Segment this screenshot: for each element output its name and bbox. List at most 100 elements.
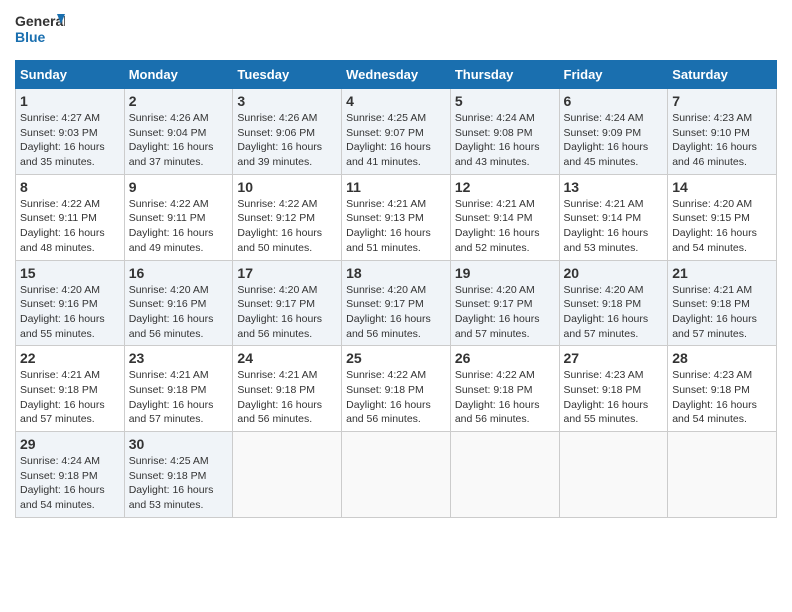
day-detail: Sunrise: 4:20 AM Sunset: 9:15 PM Dayligh… xyxy=(672,197,772,256)
day-detail: Sunrise: 4:23 AM Sunset: 9:10 PM Dayligh… xyxy=(672,111,772,170)
weekday-header-cell: Sunday xyxy=(16,61,125,89)
weekday-header-cell: Saturday xyxy=(668,61,777,89)
calendar-cell xyxy=(233,432,342,518)
day-number: 21 xyxy=(672,265,772,281)
calendar-week-row: 29 Sunrise: 4:24 AM Sunset: 9:18 PM Dayli… xyxy=(16,432,777,518)
day-number: 17 xyxy=(237,265,337,281)
calendar-cell: 19 Sunrise: 4:20 AM Sunset: 9:17 PM Dayli… xyxy=(450,260,559,346)
day-detail: Sunrise: 4:20 AM Sunset: 9:16 PM Dayligh… xyxy=(20,283,120,342)
day-number: 24 xyxy=(237,350,337,366)
calendar-cell: 18Sunrise: 4:20 AM Sunset: 9:17 PM Dayli… xyxy=(342,260,451,346)
calendar-cell: 5 Sunrise: 4:24 AM Sunset: 9:08 PM Daylig… xyxy=(450,89,559,175)
calendar-cell xyxy=(668,432,777,518)
calendar-cell: 25 Sunrise: 4:22 AM Sunset: 9:18 PM Dayli… xyxy=(342,346,451,432)
calendar-cell: 14 Sunrise: 4:20 AM Sunset: 9:15 PM Dayli… xyxy=(668,174,777,260)
weekday-header-cell: Monday xyxy=(124,61,233,89)
calendar-cell: 24 Sunrise: 4:21 AM Sunset: 9:18 PM Dayli… xyxy=(233,346,342,432)
day-detail: Sunrise: 4:22 AM Sunset: 9:12 PM Dayligh… xyxy=(237,197,337,256)
day-number: 4 xyxy=(346,93,446,109)
day-number: 6 xyxy=(564,93,664,109)
day-number: 27 xyxy=(564,350,664,366)
weekday-header-cell: Wednesday xyxy=(342,61,451,89)
day-number: 18 xyxy=(346,265,446,281)
day-number: 5 xyxy=(455,93,555,109)
calendar-cell: 26 Sunrise: 4:22 AM Sunset: 9:18 PM Dayli… xyxy=(450,346,559,432)
calendar-cell: 20 Sunrise: 4:20 AM Sunset: 9:18 PM Dayli… xyxy=(559,260,668,346)
day-detail: Sunrise: 4:22 AM Sunset: 9:18 PM Dayligh… xyxy=(346,368,446,427)
header: General Blue xyxy=(15,10,777,52)
calendar-body: 1 Sunrise: 4:27 AM Sunset: 9:03 PM Daylig… xyxy=(16,89,777,518)
day-detail: Sunrise: 4:21 AM Sunset: 9:18 PM Dayligh… xyxy=(672,283,772,342)
day-detail: Sunrise: 4:22 AM Sunset: 9:11 PM Dayligh… xyxy=(20,197,120,256)
calendar-cell: 17Sunrise: 4:20 AM Sunset: 9:17 PM Dayli… xyxy=(233,260,342,346)
day-detail: Sunrise: 4:21 AM Sunset: 9:14 PM Dayligh… xyxy=(564,197,664,256)
day-number: 29 xyxy=(20,436,120,452)
day-number: 28 xyxy=(672,350,772,366)
calendar-cell: 28 Sunrise: 4:23 AM Sunset: 9:18 PM Dayli… xyxy=(668,346,777,432)
calendar-week-row: 8Sunrise: 4:22 AM Sunset: 9:11 PM Daylig… xyxy=(16,174,777,260)
day-number: 14 xyxy=(672,179,772,195)
day-detail: Sunrise: 4:24 AM Sunset: 9:09 PM Dayligh… xyxy=(564,111,664,170)
calendar-week-row: 22 Sunrise: 4:21 AM Sunset: 9:18 PM Dayli… xyxy=(16,346,777,432)
calendar-cell: 27 Sunrise: 4:23 AM Sunset: 9:18 PM Dayli… xyxy=(559,346,668,432)
calendar-cell: 13 Sunrise: 4:21 AM Sunset: 9:14 PM Dayli… xyxy=(559,174,668,260)
day-detail: Sunrise: 4:22 AM Sunset: 9:11 PM Dayligh… xyxy=(129,197,229,256)
weekday-header-cell: Thursday xyxy=(450,61,559,89)
calendar-cell: 4 Sunrise: 4:25 AM Sunset: 9:07 PM Daylig… xyxy=(342,89,451,175)
day-detail: Sunrise: 4:27 AM Sunset: 9:03 PM Dayligh… xyxy=(20,111,120,170)
day-number: 22 xyxy=(20,350,120,366)
day-number: 26 xyxy=(455,350,555,366)
day-number: 23 xyxy=(129,350,229,366)
calendar-cell: 22Sunrise: 4:21 AM Sunset: 9:18 PM Dayli… xyxy=(16,346,125,432)
day-detail: Sunrise: 4:23 AM Sunset: 9:18 PM Dayligh… xyxy=(672,368,772,427)
day-detail: Sunrise: 4:26 AM Sunset: 9:04 PM Dayligh… xyxy=(129,111,229,170)
day-detail: Sunrise: 4:24 AM Sunset: 9:08 PM Dayligh… xyxy=(455,111,555,170)
calendar-cell: 12 Sunrise: 4:21 AM Sunset: 9:14 PM Dayli… xyxy=(450,174,559,260)
calendar-cell: 3Sunrise: 4:26 AM Sunset: 9:06 PM Daylig… xyxy=(233,89,342,175)
day-detail: Sunrise: 4:25 AM Sunset: 9:07 PM Dayligh… xyxy=(346,111,446,170)
calendar-cell: 10 Sunrise: 4:22 AM Sunset: 9:12 PM Dayli… xyxy=(233,174,342,260)
day-detail: Sunrise: 4:23 AM Sunset: 9:18 PM Dayligh… xyxy=(564,368,664,427)
weekday-header-cell: Tuesday xyxy=(233,61,342,89)
day-number: 25 xyxy=(346,350,446,366)
day-number: 11 xyxy=(346,179,446,195)
day-number: 19 xyxy=(455,265,555,281)
weekday-header-row: SundayMondayTuesdayWednesdayThursdayFrid… xyxy=(16,61,777,89)
day-detail: Sunrise: 4:26 AM Sunset: 9:06 PM Dayligh… xyxy=(237,111,337,170)
calendar-cell: 1 Sunrise: 4:27 AM Sunset: 9:03 PM Daylig… xyxy=(16,89,125,175)
day-detail: Sunrise: 4:20 AM Sunset: 9:18 PM Dayligh… xyxy=(564,283,664,342)
calendar-cell: 2 Sunrise: 4:26 AM Sunset: 9:04 PM Daylig… xyxy=(124,89,233,175)
day-detail: Sunrise: 4:25 AM Sunset: 9:18 PM Dayligh… xyxy=(129,454,229,513)
day-number: 20 xyxy=(564,265,664,281)
day-detail: Sunrise: 4:24 AM Sunset: 9:18 PM Dayligh… xyxy=(20,454,120,513)
calendar-cell: 6 Sunrise: 4:24 AM Sunset: 9:09 PM Daylig… xyxy=(559,89,668,175)
day-detail: Sunrise: 4:20 AM Sunset: 9:17 PM Dayligh… xyxy=(455,283,555,342)
day-number: 2 xyxy=(129,93,229,109)
day-number: 16 xyxy=(129,265,229,281)
day-detail: Sunrise: 4:20 AM Sunset: 9:16 PM Dayligh… xyxy=(129,283,229,342)
logo: General Blue xyxy=(15,10,65,52)
calendar-cell: 15 Sunrise: 4:20 AM Sunset: 9:16 PM Dayli… xyxy=(16,260,125,346)
day-number: 1 xyxy=(20,93,120,109)
day-detail: Sunrise: 4:21 AM Sunset: 9:14 PM Dayligh… xyxy=(455,197,555,256)
calendar-cell: 7 Sunrise: 4:23 AM Sunset: 9:10 PM Daylig… xyxy=(668,89,777,175)
calendar-cell: 16 Sunrise: 4:20 AM Sunset: 9:16 PM Dayli… xyxy=(124,260,233,346)
logo-icon: General Blue xyxy=(15,10,65,52)
calendar-cell: 8Sunrise: 4:22 AM Sunset: 9:11 PM Daylig… xyxy=(16,174,125,260)
day-detail: Sunrise: 4:21 AM Sunset: 9:18 PM Dayligh… xyxy=(237,368,337,427)
calendar-cell: 9 Sunrise: 4:22 AM Sunset: 9:11 PM Daylig… xyxy=(124,174,233,260)
calendar-week-row: 1 Sunrise: 4:27 AM Sunset: 9:03 PM Daylig… xyxy=(16,89,777,175)
day-number: 15 xyxy=(20,265,120,281)
weekday-header-cell: Friday xyxy=(559,61,668,89)
calendar-cell: 29 Sunrise: 4:24 AM Sunset: 9:18 PM Dayli… xyxy=(16,432,125,518)
day-number: 12 xyxy=(455,179,555,195)
day-number: 13 xyxy=(564,179,664,195)
calendar-cell xyxy=(450,432,559,518)
day-detail: Sunrise: 4:22 AM Sunset: 9:18 PM Dayligh… xyxy=(455,368,555,427)
day-number: 7 xyxy=(672,93,772,109)
day-number: 30 xyxy=(129,436,229,452)
day-number: 9 xyxy=(129,179,229,195)
calendar-cell xyxy=(559,432,668,518)
day-number: 10 xyxy=(237,179,337,195)
svg-text:Blue: Blue xyxy=(15,29,46,45)
